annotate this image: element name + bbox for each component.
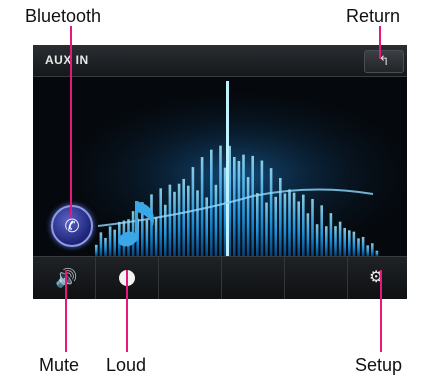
visualizer-bar xyxy=(334,226,337,256)
visualizer-bar xyxy=(274,196,277,256)
visualizer-bar xyxy=(302,194,305,256)
visualizer-bar xyxy=(200,157,204,256)
empty-slot-3 xyxy=(284,257,348,299)
visualizer-bar xyxy=(99,232,103,256)
bottom-bar: 🔊 ⚙ xyxy=(33,256,407,299)
visualizer-bar xyxy=(371,243,374,256)
visualizer-bar xyxy=(95,244,98,256)
visualizer-bar xyxy=(173,191,176,256)
visualizer-bar xyxy=(256,193,259,256)
visualizer-bar xyxy=(108,226,112,256)
visualizer-bar xyxy=(113,229,116,256)
visualizer-bar xyxy=(343,227,346,256)
visualizer-bar xyxy=(242,154,245,256)
loud-callout-line xyxy=(126,270,128,352)
setup-button[interactable]: ⚙ xyxy=(347,257,407,299)
visualizer-bar xyxy=(348,230,351,256)
visualizer-bar xyxy=(182,178,185,256)
visualizer-bar xyxy=(104,237,107,256)
visualizer-peak xyxy=(226,81,229,256)
visualizer-bar xyxy=(219,145,222,256)
visualizer-bar xyxy=(164,204,167,256)
visualizer-bar xyxy=(311,198,314,256)
visualizer-bar xyxy=(214,184,218,256)
visualizer-bar xyxy=(361,236,365,256)
visualizer-bar xyxy=(352,231,356,256)
callout-bluetooth: Bluetooth xyxy=(25,6,102,26)
top-bar: AUX IN ↰ xyxy=(33,45,407,77)
head-unit-screen: AUX IN ↰ ✆ 🔊 xyxy=(33,45,407,299)
mute-callout-line xyxy=(65,270,67,352)
setup-callout-line xyxy=(380,270,382,352)
visualizer-bar xyxy=(357,238,360,256)
visualizer-bar xyxy=(269,168,273,256)
visualizer-bar xyxy=(210,149,213,256)
visualizer-bar xyxy=(237,160,241,256)
visualizer-bar xyxy=(246,177,250,256)
visualizer-bar xyxy=(306,213,310,256)
visualizer-bar xyxy=(283,193,287,256)
callout-return: Return xyxy=(346,6,401,26)
visualizer-bar xyxy=(196,190,199,256)
bluetooth-phone-button[interactable]: ✆ xyxy=(51,205,93,247)
visualizer-bar xyxy=(150,194,153,256)
visualizer-bar xyxy=(338,221,342,256)
visualizer-bar xyxy=(325,226,328,256)
visualizer-bar xyxy=(260,160,264,256)
visualizer-bar xyxy=(329,213,333,256)
visualizer-bar xyxy=(297,201,300,256)
visualizer-bar xyxy=(205,197,208,256)
visualizer-bar xyxy=(187,185,190,256)
callout-setup: Setup xyxy=(355,355,403,375)
visualizer-bar xyxy=(154,217,158,256)
bluetooth-callout-line xyxy=(70,26,72,218)
visualizer-bar xyxy=(251,155,254,256)
callout-mute: Mute xyxy=(39,355,80,375)
phone-icon: ✆ xyxy=(64,216,80,236)
visualizer-bar xyxy=(320,205,323,256)
visualizer-bar xyxy=(265,202,268,256)
return-button[interactable]: ↰ xyxy=(364,50,404,73)
source-label: AUX IN xyxy=(45,53,89,67)
visualizer-bar xyxy=(288,189,291,256)
visualizer-bar xyxy=(145,220,149,256)
return-callout-line xyxy=(379,26,381,59)
visualizer-bar xyxy=(292,192,296,256)
visualizer-bar xyxy=(177,183,181,256)
visualizer-bar xyxy=(168,184,172,256)
visualizer-bar xyxy=(279,178,282,256)
callout-loud: Loud xyxy=(106,355,147,375)
empty-slot-2 xyxy=(221,257,285,299)
visualizer-bar xyxy=(315,224,319,256)
visualizer-bar xyxy=(366,245,369,256)
visualizer-bar xyxy=(233,157,236,256)
empty-slot-1 xyxy=(158,257,222,299)
visualizer-bar xyxy=(159,188,162,256)
